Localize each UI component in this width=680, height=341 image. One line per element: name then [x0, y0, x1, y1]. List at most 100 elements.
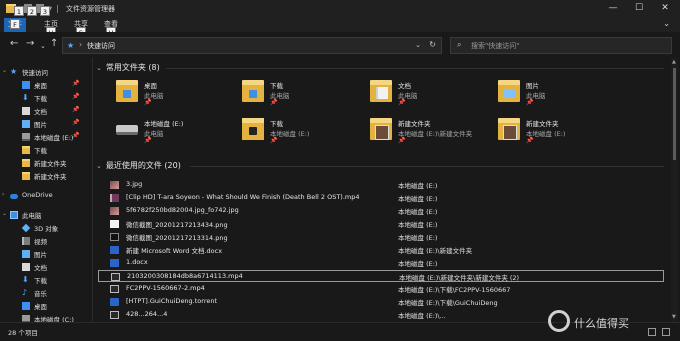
scroll-up-icon[interactable]: ▲	[672, 59, 676, 65]
sidebar-item-pictures[interactable]: 图片 📌	[0, 118, 90, 130]
tile-location: 本地磁盘 (E:)\新建文件夹	[398, 130, 473, 138]
tile-new-folder-e[interactable]: 新建文件夹 本地磁盘 (E:) 📌	[498, 116, 618, 148]
tile-pictures[interactable]: 图片 此电脑 📌	[498, 78, 618, 110]
sidebar-item-3d-objects[interactable]: 3D 对象	[0, 222, 90, 234]
item-count: 28 个项目	[8, 329, 38, 337]
documents-icon	[22, 263, 30, 271]
pin-icon: 📌	[270, 99, 278, 106]
file-name: 1.docx	[126, 258, 148, 266]
documents-folder-icon	[370, 80, 392, 102]
list-item[interactable]: [Clip HD] T-ara Soyeon - What Should We …	[98, 192, 664, 204]
sidebar-item-label: 本地磁盘 (E:)	[34, 134, 74, 142]
list-item-selected[interactable]: 2103200308184db8a6714113.mp4 本地磁盘 (E:)\新…	[98, 270, 664, 282]
pin-icon[interactable]: 📌	[72, 106, 79, 113]
tile-local-disk-e[interactable]: 本地磁盘 (E:) 此电脑 📌	[116, 116, 236, 148]
expand-chevron-icon[interactable]: ⌄	[2, 67, 7, 74]
folder-icon	[22, 146, 30, 154]
frequent-folders-header[interactable]: ⌄ 常用文件夹 (8)	[96, 62, 160, 74]
tile-downloads[interactable]: 下载 此电脑 📌	[242, 78, 362, 110]
pane-divider[interactable]	[92, 58, 93, 322]
this-pc-icon	[10, 211, 18, 219]
sidebar-item-label: 文档	[34, 108, 47, 116]
close-button[interactable]: ✕	[652, 0, 678, 18]
sidebar-item-documents[interactable]: 文档 📌	[0, 105, 90, 117]
torrent-file-icon	[110, 298, 119, 306]
address-dropdown-icon[interactable]: ⌄	[415, 41, 421, 49]
recent-locations-icon[interactable]: ⌄	[40, 41, 46, 51]
breadcrumb[interactable]: 快速访问	[87, 41, 115, 51]
tile-download-folder-e[interactable]: 下载 本地磁盘 (E:) 📌	[242, 116, 362, 148]
recent-files-header[interactable]: ⌄ 最近使用的文件 (20)	[96, 160, 181, 172]
sidebar-item-new-folder-2[interactable]: 新建文件夹	[0, 170, 90, 182]
collapse-chevron-icon[interactable]: ⌄	[96, 64, 102, 72]
sidebar-item-label: 下载	[34, 147, 47, 155]
sidebar-item-documents-pc[interactable]: 文档	[0, 261, 90, 273]
tile-name: 文档	[398, 82, 411, 90]
sidebar-item-desktop[interactable]: 桌面 📌	[0, 79, 90, 91]
sidebar-item-onedrive[interactable]: › OneDrive	[0, 190, 90, 202]
window-title: 文件资源管理器	[66, 5, 115, 13]
collapse-chevron-icon[interactable]: ⌄	[96, 162, 102, 170]
refresh-icon[interactable]: ↻	[429, 40, 436, 49]
download-folder-icon	[242, 80, 264, 102]
search-input[interactable]	[471, 40, 661, 52]
sidebar-item-local-disk-e[interactable]: 本地磁盘 (E:) 📌	[0, 131, 90, 143]
list-item[interactable]: 微信截图_20201217213314.png 本地磁盘 (E:)	[98, 231, 664, 243]
list-item[interactable]: FC2PPV-1560667-2.mp4 本地磁盘 (E:)\下载\FC2PPV…	[98, 283, 664, 295]
folder-icon	[22, 159, 30, 167]
tile-new-folder-nested[interactable]: 新建文件夹 本地磁盘 (E:)\新建文件夹 📌	[370, 116, 490, 148]
tile-name: 本地磁盘 (E:)	[144, 120, 184, 128]
sidebar-item-new-folder-1[interactable]: 新建文件夹	[0, 157, 90, 169]
expand-chevron-icon[interactable]: ›	[2, 191, 4, 198]
vertical-scrollbar[interactable]: ▲ ▼	[671, 58, 678, 322]
sidebar-item-this-pc[interactable]: ⌄ 此电脑	[0, 209, 90, 221]
file-name: 微信截图_20201217213314.png	[126, 234, 228, 242]
list-item[interactable]: 新建 Microsoft Word 文档.docx 本地磁盘 (E:)\新建文件…	[98, 244, 664, 256]
sidebar-item-videos[interactable]: 视频	[0, 235, 90, 247]
file-location: 本地磁盘 (E:)\下载\GuiChuiDeng	[398, 299, 498, 307]
keytip-quick-3: 3	[40, 6, 50, 16]
pictures-folder-icon	[498, 80, 520, 102]
sidebar-item-download-folder[interactable]: 下载	[0, 144, 90, 156]
sidebar-item-pictures-pc[interactable]: 图片	[0, 248, 90, 260]
back-icon[interactable]: ←	[10, 39, 18, 49]
tile-documents[interactable]: 文档 此电脑 📌	[370, 78, 490, 110]
tile-desktop[interactable]: 桌面 此电脑 📌	[116, 78, 236, 110]
sidebar-item-downloads[interactable]: ⬇ 下载 📌	[0, 92, 90, 104]
word-document-icon	[110, 259, 119, 267]
video-file-icon	[110, 311, 119, 319]
list-item[interactable]: 5f6782f250bd82004.jpg_fo742.jpg 本地磁盘 (E:…	[98, 205, 664, 217]
sidebar-item-quick-access[interactable]: ⌄ ★ 快速访问	[0, 66, 90, 78]
minimize-button[interactable]: —	[600, 0, 626, 18]
sidebar-item-downloads-pc[interactable]: ⬇ 下载	[0, 274, 90, 286]
sidebar-item-music[interactable]: ♪ 音乐	[0, 287, 90, 299]
pin-icon: 📌	[398, 99, 406, 106]
tile-name: 新建文件夹	[398, 120, 431, 128]
breadcrumb-separator-icon[interactable]: ›	[79, 40, 82, 49]
expand-ribbon-icon[interactable]: ⌄	[663, 19, 670, 28]
list-item[interactable]: 微信截图_20201217213434.png 本地磁盘 (E:)	[98, 218, 664, 230]
keytip-quick-1: 1	[14, 6, 24, 16]
ribbon-tabs: 文件 主页 共享 查看 F H S V ⌄	[0, 18, 680, 37]
forward-icon[interactable]: →	[26, 39, 34, 49]
navigation-pane: ⌄ ★ 快速访问 桌面 📌 ⬇ 下载 📌 文档 📌 图片 📌 本地磁盘 (E:)…	[0, 62, 90, 324]
file-name: 新建 Microsoft Word 文档.docx	[126, 247, 223, 255]
search-box[interactable]: ⌕	[450, 37, 672, 54]
pin-icon[interactable]: 📌	[72, 80, 79, 87]
maximize-button[interactable]: ☐	[626, 0, 652, 18]
up-icon[interactable]: ↑	[50, 39, 58, 49]
sidebar-item-desktop-pc[interactable]: 桌面	[0, 300, 90, 312]
expand-chevron-icon[interactable]: ⌄	[2, 210, 7, 217]
watermark-text: 什么值得买	[574, 317, 629, 330]
pin-icon[interactable]: 📌	[72, 119, 79, 126]
pin-icon[interactable]: 📌	[72, 132, 79, 139]
list-item[interactable]: 3.jpg 本地磁盘 (E:)	[98, 179, 664, 191]
address-bar[interactable]: ★ › 快速访问 ⌄ ↻	[62, 37, 442, 54]
file-name: 428...264...4	[126, 310, 168, 318]
list-item[interactable]: [HTPT].GuiChuiDeng.torrent 本地磁盘 (E:)\下载\…	[98, 296, 664, 308]
pin-icon[interactable]: 📌	[72, 93, 79, 100]
list-item[interactable]: 1.docx 本地磁盘 (E:)	[98, 257, 664, 269]
file-name: 5f6782f250bd82004.jpg_fo742.jpg	[126, 206, 239, 214]
scrollbar-thumb[interactable]	[673, 68, 676, 160]
sidebar-item-label: 音乐	[34, 290, 47, 298]
